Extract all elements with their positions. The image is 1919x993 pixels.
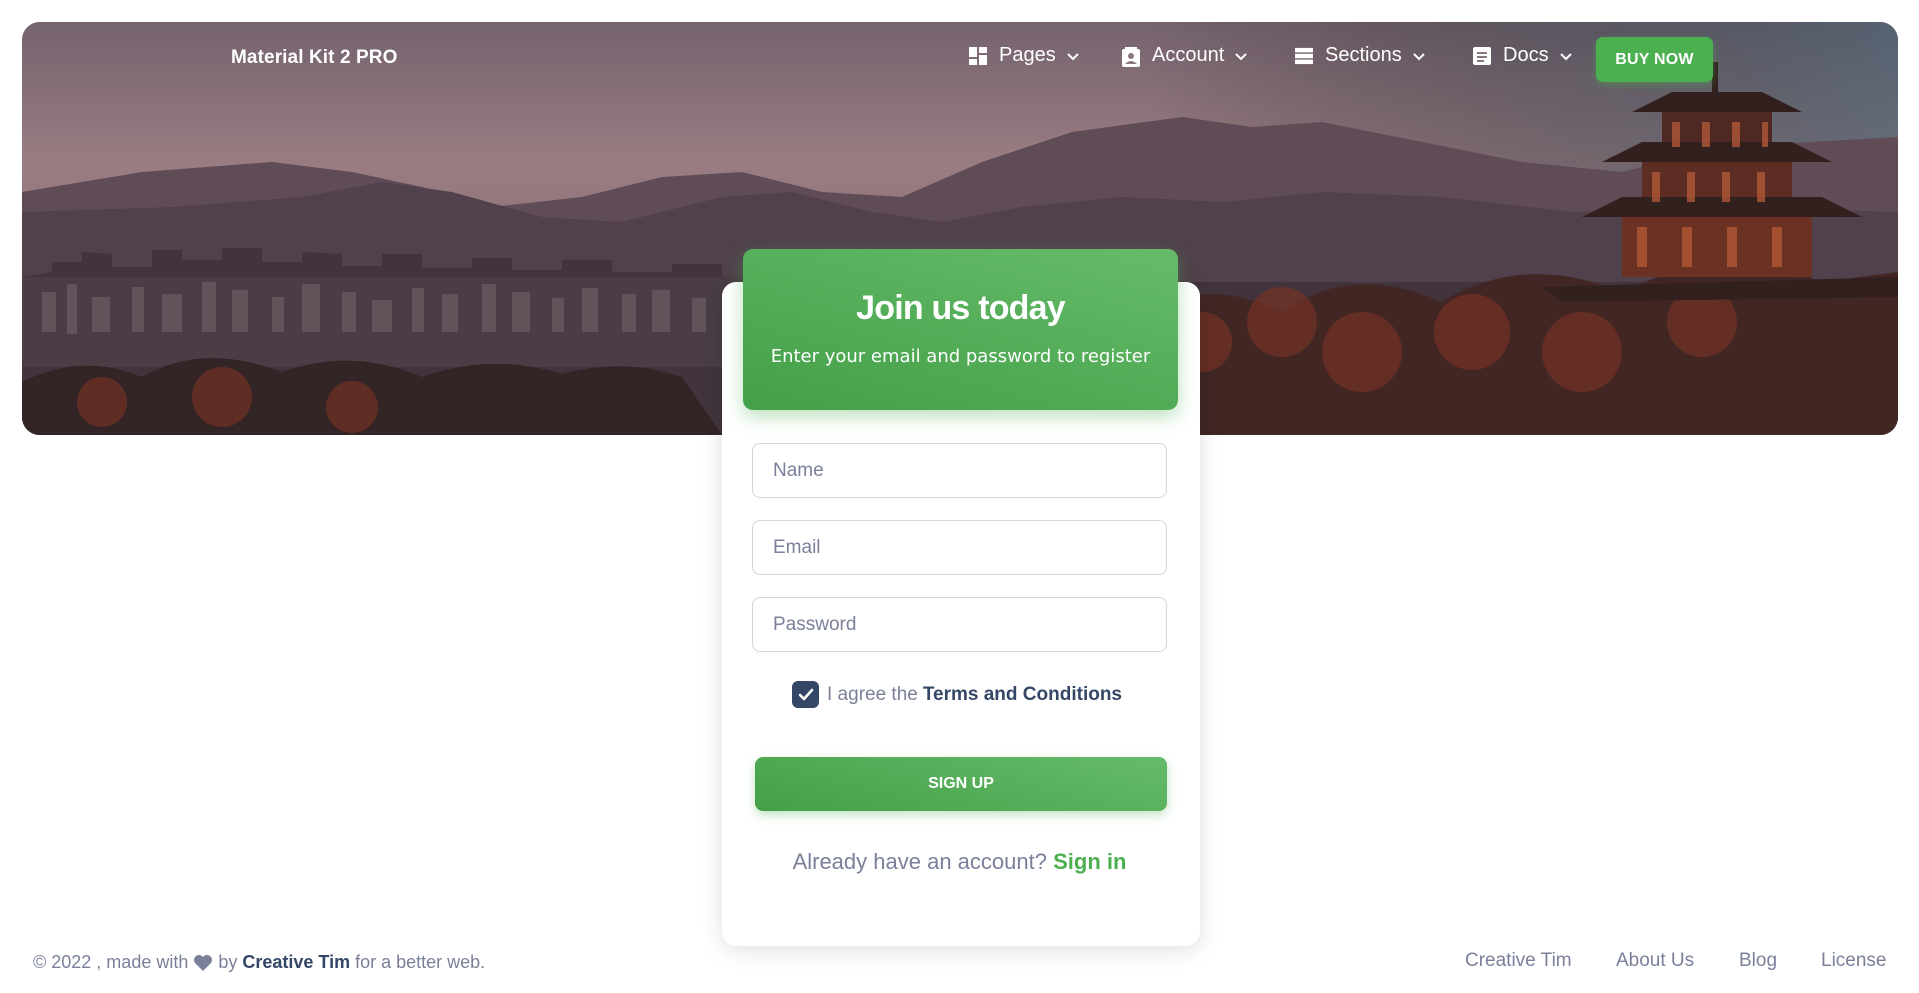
nav-item-label: Pages <box>999 44 1056 66</box>
nav-item-label: Account <box>1152 44 1225 66</box>
footer-link-blog[interactable]: Blog <box>1739 950 1777 972</box>
register-card-header: Join us today Enter your email and passw… <box>743 249 1178 410</box>
footer-tail-text: for a better web. <box>355 952 486 972</box>
email-input[interactable] <box>752 520 1167 575</box>
nav-item-account[interactable]: Account <box>1122 44 1248 67</box>
signin-prompt-text: Already have an account? <box>792 849 1047 874</box>
card-title: Join us today <box>856 289 1066 327</box>
dashboard-icon <box>969 46 987 65</box>
agree-label: I agree the <box>827 683 918 705</box>
author-link[interactable]: Creative Tim <box>242 952 350 973</box>
footer-copyright: © 2022 , made with by Creative Tim for a… <box>33 952 485 973</box>
brand-title[interactable]: Material Kit 2 PRO <box>231 47 398 69</box>
nav-item-label: Sections <box>1325 44 1402 66</box>
terms-agreement: I agree the Terms and Conditions <box>792 681 1122 708</box>
chevron-down-icon <box>1412 49 1426 63</box>
article-icon <box>1473 46 1491 65</box>
heart-icon <box>193 954 213 972</box>
nav-item-sections[interactable]: Sections <box>1295 44 1426 67</box>
buy-now-button[interactable]: BUY NOW <box>1596 37 1713 82</box>
by-text: by <box>218 952 238 972</box>
sign-in-link[interactable]: Sign in <box>1053 849 1126 874</box>
chevron-down-icon <box>1559 49 1573 63</box>
view-list-icon <box>1295 47 1313 65</box>
card-subtitle: Enter your email and password to registe… <box>770 346 1151 367</box>
signin-prompt: Already have an account? Sign in <box>0 849 1919 875</box>
nav-item-label: Docs <box>1503 44 1549 66</box>
nav-item-docs[interactable]: Docs <box>1473 44 1573 67</box>
password-input[interactable] <box>752 597 1167 652</box>
copyright-text: © 2022 , made with <box>33 952 189 972</box>
footer-link-creative-tim[interactable]: Creative Tim <box>1465 950 1572 972</box>
chevron-down-icon <box>1066 49 1080 63</box>
checkmark-icon <box>798 688 813 700</box>
sign-up-button[interactable]: SIGN UP <box>755 757 1167 811</box>
chevron-down-icon <box>1234 49 1248 63</box>
contact-card-icon <box>1122 46 1140 67</box>
footer-link-license[interactable]: License <box>1821 950 1887 972</box>
terms-checkbox[interactable] <box>792 681 819 708</box>
nav-item-pages[interactable]: Pages <box>969 44 1080 67</box>
name-input[interactable] <box>752 443 1167 498</box>
terms-link[interactable]: Terms and Conditions <box>923 684 1122 706</box>
footer-link-about-us[interactable]: About Us <box>1616 950 1694 972</box>
